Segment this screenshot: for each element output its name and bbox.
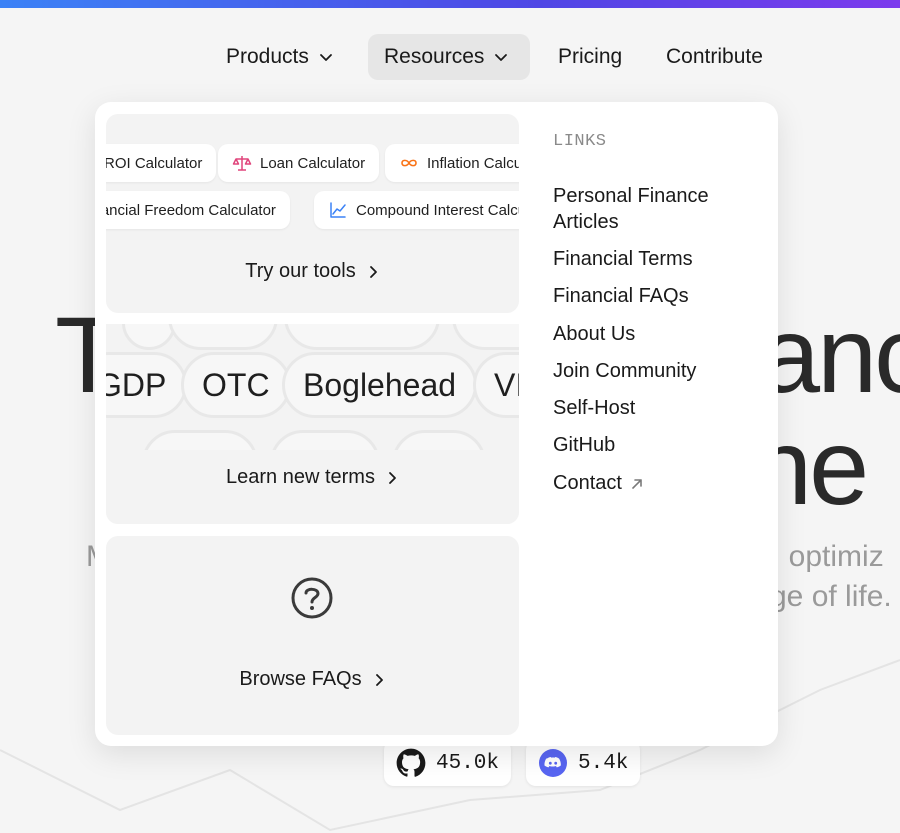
- links-heading: LINKS: [553, 132, 607, 151]
- term-pill-partial: [122, 324, 176, 350]
- nav-resources-label: Resources: [384, 45, 485, 68]
- link-financial-faqs[interactable]: Financial FAQs: [553, 283, 689, 309]
- browse-faqs-label: Browse FAQs: [239, 668, 362, 690]
- term-label: GDP: [106, 366, 167, 403]
- link-self-host[interactable]: Self-Host: [553, 395, 635, 421]
- nav-resources[interactable]: Resources: [368, 34, 530, 80]
- term-label: VIX: [494, 366, 519, 403]
- github-icon: [396, 748, 426, 777]
- link-github[interactable]: GitHub: [553, 432, 615, 458]
- nav-products[interactable]: Products: [210, 34, 349, 80]
- github-stars-count: 45.0k: [436, 751, 500, 775]
- nav-contribute[interactable]: Contribute: [650, 34, 779, 80]
- term-label: OTC: [202, 366, 270, 403]
- link-label-line-2: Articles: [553, 211, 619, 233]
- chip-financial-freedom-calculator[interactable]: Financial Freedom Calculator: [106, 191, 290, 229]
- chip-label: Inflation Calculator: [427, 154, 519, 172]
- learn-terms-link[interactable]: Learn new terms: [106, 466, 519, 489]
- term-pill-gdp[interactable]: GDP: [106, 352, 188, 418]
- discord-icon: [539, 749, 567, 777]
- chip-loan-calculator[interactable]: Loan Calculator: [218, 144, 380, 182]
- chevron-right-icon: [375, 673, 383, 686]
- term-pill-partial: [452, 324, 519, 350]
- link-contact[interactable]: Contact: [553, 470, 644, 496]
- try-tools-label: Try our tools: [245, 260, 356, 282]
- link-label-line-1: Personal Finance: [553, 185, 709, 207]
- chip-roi-calculator[interactable]: ROI Calculator: [106, 144, 217, 182]
- term-pill-vix[interactable]: VIX: [473, 352, 519, 418]
- chevron-down-icon: [319, 54, 332, 61]
- link-join-community[interactable]: Join Community: [553, 358, 696, 384]
- terms-card[interactable]: GDP OTC Boglehead VIX Learn new terms: [106, 324, 519, 524]
- chevron-right-icon: [369, 265, 377, 278]
- chevron-down-icon: [495, 54, 508, 61]
- chip-label: Compound Interest Calculator: [356, 201, 519, 219]
- link-contact-label: Contact: [553, 472, 622, 494]
- github-stars-badge[interactable]: 45.0k: [384, 740, 512, 786]
- faqs-card[interactable]: Browse FAQs: [106, 536, 519, 735]
- chevron-right-icon: [389, 471, 396, 484]
- link-financial-terms[interactable]: Financial Terms: [553, 246, 693, 272]
- chip-inflation-calculator[interactable]: Inflation Calculator: [385, 144, 519, 182]
- scale-icon: [232, 156, 252, 171]
- chip-label: Financial Freedom Calculator: [106, 201, 276, 219]
- discord-members-count: 5.4k: [578, 751, 629, 775]
- link-personal-finance-articles[interactable]: Personal Finance Articles: [553, 183, 709, 235]
- external-link-arrow-icon: [632, 478, 642, 489]
- chip-label: Loan Calculator: [260, 154, 366, 172]
- discord-members-badge[interactable]: 5.4k: [526, 740, 641, 786]
- term-pill-partial: [168, 324, 278, 350]
- line-chart-icon: [330, 202, 346, 218]
- main-nav: Products Resources Pricing Contribute: [0, 34, 900, 80]
- term-pill-boglehead[interactable]: Boglehead: [282, 352, 478, 418]
- term-label: Boglehead: [303, 366, 457, 403]
- nav-products-label: Products: [226, 45, 309, 68]
- nav-pricing[interactable]: Pricing: [542, 34, 638, 80]
- link-about-us[interactable]: About Us: [553, 321, 635, 347]
- term-pill-partial: [284, 324, 440, 350]
- term-pill-otc[interactable]: OTC: [181, 352, 291, 418]
- learn-terms-label: Learn new terms: [226, 466, 375, 488]
- chip-label: ROI Calculator: [106, 154, 203, 172]
- resources-dropdown: ROI Calculator Loan Calculator Inflation…: [95, 102, 778, 746]
- browse-faqs-link[interactable]: Browse FAQs: [106, 668, 519, 691]
- hero-title-right-1: anc: [760, 294, 900, 415]
- try-tools-link[interactable]: Try our tools: [106, 260, 519, 283]
- question-circle-icon: [291, 577, 333, 619]
- infinity-icon: [401, 159, 417, 167]
- tools-card[interactable]: ROI Calculator Loan Calculator Inflation…: [106, 114, 519, 313]
- chip-compound-interest-calculator[interactable]: Compound Interest Calculator: [314, 191, 519, 229]
